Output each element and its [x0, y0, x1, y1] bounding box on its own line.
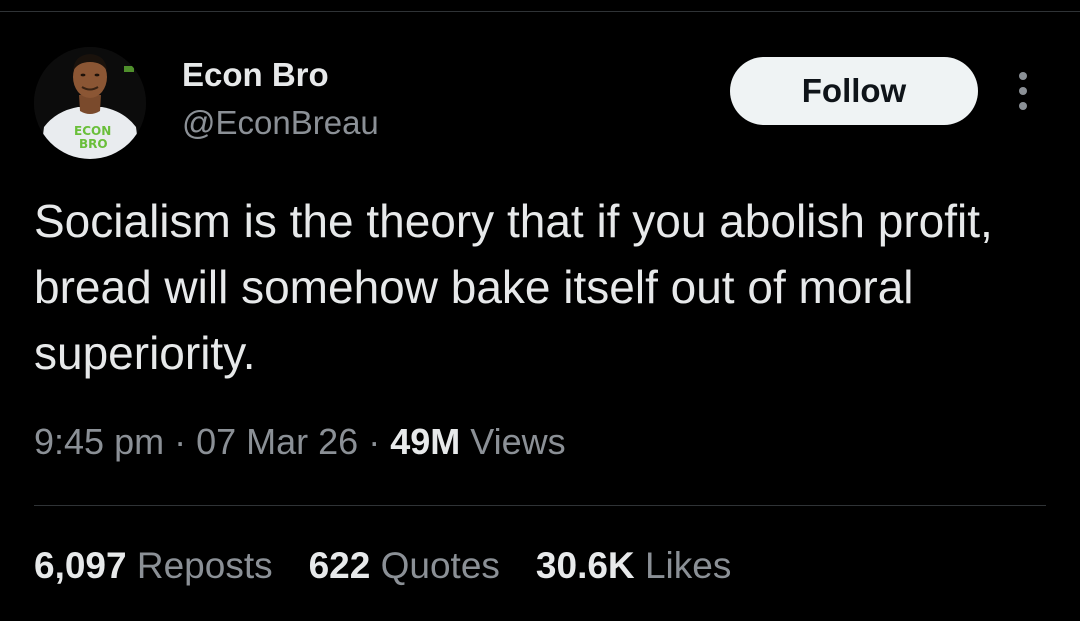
- engagement-stats: 6,097 Reposts 622 Quotes 30.6K Likes: [34, 545, 731, 587]
- likes-stat[interactable]: 30.6K Likes: [536, 545, 731, 587]
- quotes-count: 622: [308, 545, 371, 586]
- reposts-label: Reposts: [136, 545, 273, 586]
- likes-label: Likes: [644, 545, 732, 586]
- avatar-shirt-logo-line1: ECON: [74, 124, 111, 138]
- follow-button[interactable]: Follow: [730, 57, 978, 125]
- views-count: 49M: [390, 421, 461, 462]
- meta-separator: ·: [174, 421, 187, 462]
- author-handle[interactable]: @EconBreau: [182, 104, 379, 142]
- avatar[interactable]: ECON BRO: [34, 47, 146, 159]
- reposts-count: 6,097: [34, 545, 127, 586]
- tweet-date[interactable]: 07 Mar 26: [196, 421, 358, 462]
- more-vertical-icon: [1019, 72, 1027, 110]
- meta-separator: ·: [368, 421, 381, 462]
- likes-count: 30.6K: [535, 545, 635, 586]
- views-label: Views: [470, 421, 566, 462]
- tweet-meta: 9:45 pm · 07 Mar 26 · 49M Views: [34, 421, 566, 463]
- top-divider: [0, 11, 1080, 12]
- avatar-shirt-logo-line2: BRO: [79, 137, 108, 151]
- author-display-name[interactable]: Econ Bro: [182, 56, 329, 94]
- more-options-button[interactable]: [1006, 70, 1040, 112]
- quotes-label: Quotes: [380, 545, 500, 586]
- avatar-image: ECON BRO: [34, 47, 146, 159]
- reposts-stat[interactable]: 6,097 Reposts: [34, 545, 273, 587]
- section-divider: [34, 505, 1046, 506]
- tweet-time[interactable]: 9:45 pm: [34, 421, 164, 462]
- tweet-text: Socialism is the theory that if you abol…: [34, 195, 993, 379]
- quotes-stat[interactable]: 622 Quotes: [309, 545, 500, 587]
